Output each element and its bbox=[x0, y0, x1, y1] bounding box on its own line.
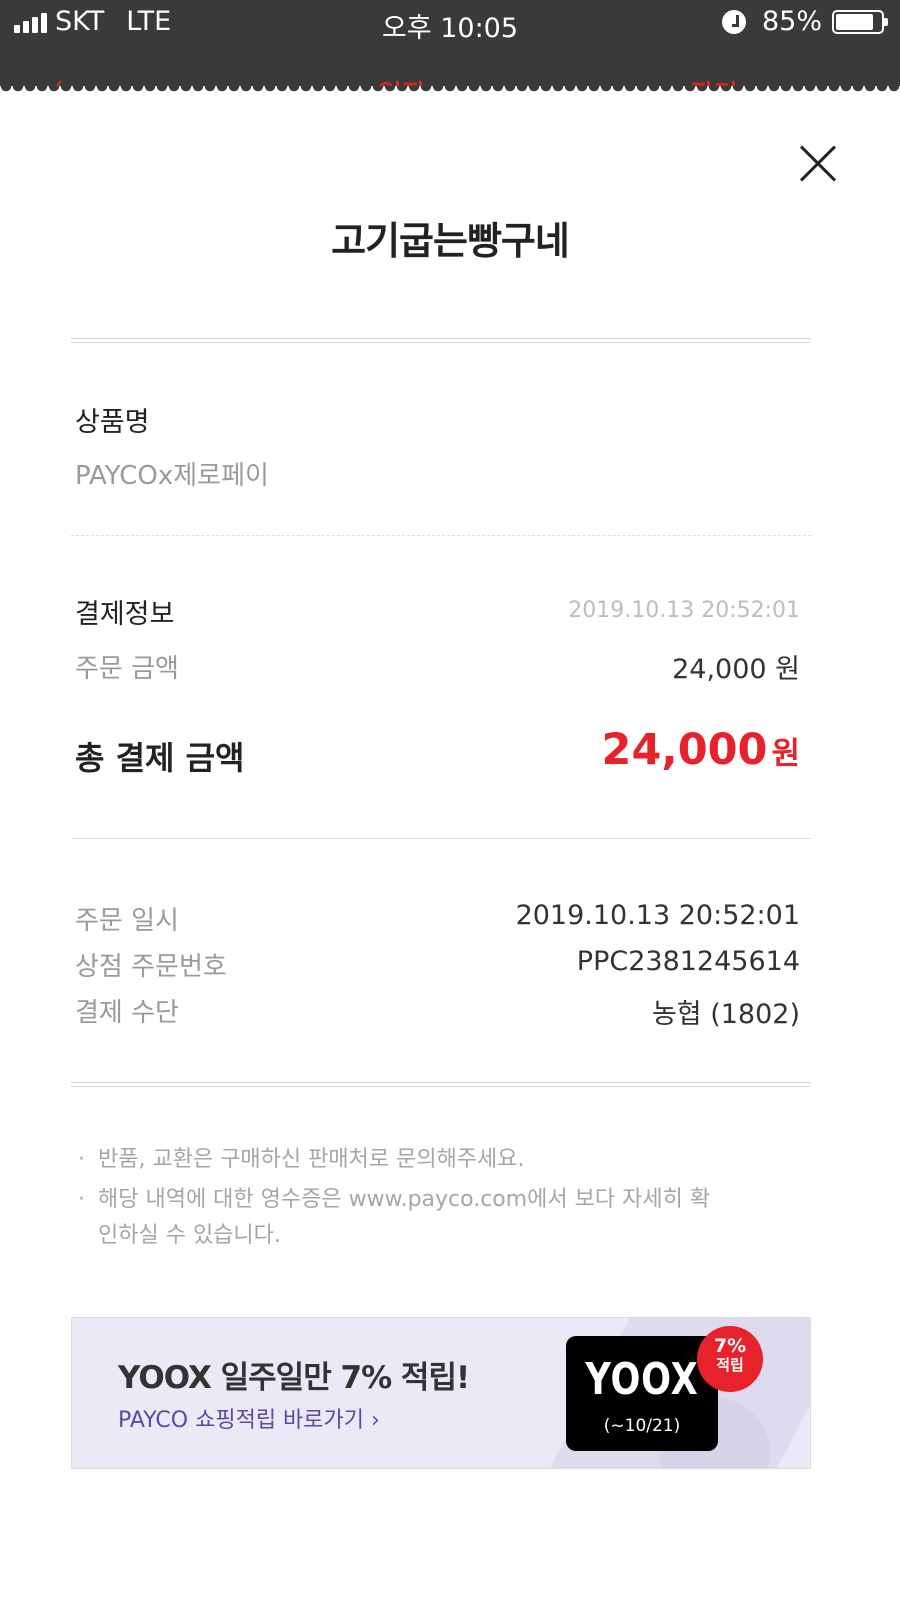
order-amount-label: 주문 금액 bbox=[75, 654, 179, 684]
detail-label-order-datetime: 주문 일시 bbox=[75, 906, 179, 936]
product-label: 상품명 bbox=[75, 407, 150, 438]
promo-banner[interactable]: YOOX 일주일만 7% 적립! PAYCO 쇼핑적립 바로가기 › YOOX … bbox=[71, 1317, 811, 1469]
detail-value-payment-method: 농협 (1802) bbox=[651, 999, 800, 1030]
total-amount-value: 24,000 bbox=[601, 725, 768, 775]
store-name: 고기굽는빵구네 bbox=[331, 219, 570, 263]
divider bbox=[71, 1082, 811, 1087]
detail-value-order-number: PPC2381245614 bbox=[576, 946, 800, 977]
banner-link[interactable]: PAYCO 쇼핑적립 바로가기 › bbox=[118, 1402, 380, 1434]
promo-period: (~10/21) bbox=[603, 1416, 681, 1436]
detail-label-payment-method: 결제 수단 bbox=[75, 998, 179, 1028]
banner-headline: YOOX 일주일만 7% 적립! bbox=[118, 1360, 470, 1396]
status-bar: SKT LTE 오후 10:05 85% ✓ 입장 관리 bbox=[0, 0, 900, 92]
yoox-logo: YOOX bbox=[585, 1354, 699, 1405]
yoox-logo-card: YOOX (~10/21) bbox=[566, 1336, 718, 1451]
order-amount-value: 24,000 원 bbox=[672, 654, 800, 685]
divider-dashed bbox=[71, 535, 811, 536]
total-amount: 24,000 원 bbox=[602, 725, 800, 775]
battery-icon bbox=[832, 9, 888, 34]
battery-percent: 85% bbox=[761, 6, 822, 37]
perforated-edge bbox=[0, 86, 900, 98]
bullet: · bbox=[78, 1147, 85, 1172]
status-right: 85% bbox=[721, 6, 888, 37]
bullet: · bbox=[78, 1187, 85, 1212]
divider bbox=[71, 338, 811, 343]
badge-text: 적립 bbox=[716, 1356, 744, 1374]
payment-info-label: 결제정보 bbox=[75, 599, 175, 630]
notice-text: 해당 내역에 대한 영수증은 www.payco.com에서 보다 자세히 확 bbox=[98, 1187, 711, 1212]
notice-text: 반품, 교환은 구매하신 판매처로 문의해주세요. bbox=[98, 1147, 525, 1172]
detail-label-order-number: 상점 주문번호 bbox=[75, 952, 227, 982]
close-button[interactable] bbox=[797, 143, 839, 185]
notice-text-continued: 인하실 수 있습니다. bbox=[98, 1223, 281, 1248]
notice-list: · 반품, 교환은 구매하신 판매처로 문의해주세요. · 해당 내역에 대한 영수… bbox=[78, 1142, 710, 1254]
reward-badge: 7% 적립 bbox=[697, 1326, 763, 1392]
alarm-icon bbox=[721, 9, 746, 34]
notice-item: · 해당 내역에 대한 영수증은 www.payco.com에서 보다 자세히 확… bbox=[78, 1182, 710, 1254]
badge-percent: 7% bbox=[713, 1335, 747, 1357]
product-value: PAYCOx제로페이 bbox=[75, 461, 269, 491]
divider bbox=[71, 838, 811, 839]
total-label: 총 결제 금액 bbox=[75, 739, 245, 777]
notice-item: · 반품, 교환은 구매하신 판매처로 문의해주세요. bbox=[78, 1142, 710, 1178]
detail-value-order-datetime: 2019.10.13 20:52:01 bbox=[515, 900, 800, 931]
total-amount-unit: 원 bbox=[771, 736, 800, 772]
payment-info-datetime: 2019.10.13 20:52:01 bbox=[568, 598, 800, 623]
